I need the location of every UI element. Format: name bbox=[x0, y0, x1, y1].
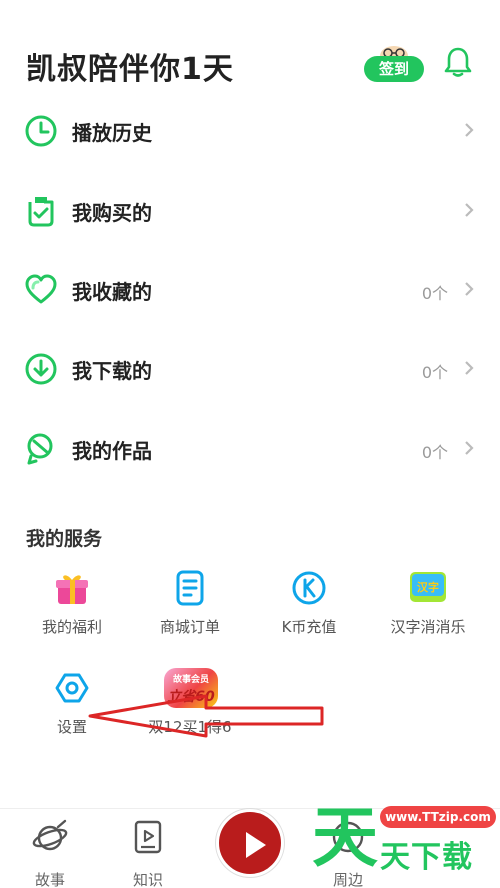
menu-count: 0个 bbox=[421, 363, 448, 382]
chevron-right-icon bbox=[465, 203, 474, 217]
promo-badge[interactable]: 故事会员 立省60 bbox=[164, 668, 218, 708]
tab-knowledge[interactable]: 知识 bbox=[118, 815, 178, 888]
order-doc-icon bbox=[176, 570, 204, 606]
service-label: 我的福利 bbox=[41, 618, 102, 636]
chevron-right-icon bbox=[465, 441, 474, 455]
tab-label: 故事 bbox=[34, 871, 65, 888]
menu-item-works[interactable]: 我的作品 0个 bbox=[0, 418, 500, 478]
service-settings[interactable]: 设置 bbox=[22, 670, 122, 744]
service-label: 双12买1得6 bbox=[148, 718, 232, 736]
services-title: 我的服务 bbox=[26, 528, 103, 550]
page-title: 凯叔陪伴你1天 bbox=[26, 52, 234, 87]
hanzi-game-icon: 汉字 bbox=[410, 572, 446, 602]
download-icon bbox=[25, 353, 57, 385]
chevron-right-icon bbox=[465, 282, 474, 296]
service-orders[interactable]: 商城订单 bbox=[140, 570, 240, 644]
service-kcoin[interactable]: K币充值 bbox=[259, 570, 359, 644]
menu-item-downloads[interactable]: 我下载的 0个 bbox=[0, 338, 500, 398]
chevron-right-icon bbox=[465, 361, 474, 375]
menu-item-purchased[interactable]: 我购买的 bbox=[0, 180, 500, 240]
watermark-big-char: 天 bbox=[312, 799, 378, 876]
watermark-url: www.TTzip.com bbox=[380, 806, 496, 828]
clock-icon bbox=[25, 115, 57, 147]
heart-icon bbox=[25, 274, 57, 304]
play-icon bbox=[246, 832, 266, 858]
k-coin-icon bbox=[292, 571, 326, 605]
promo-badge-line1: 故事会员 bbox=[172, 675, 209, 685]
menu-item-history[interactable]: 播放历史 bbox=[0, 100, 500, 160]
menu-label: 我下载的 bbox=[72, 359, 152, 383]
service-welfare[interactable]: 我的福利 bbox=[22, 570, 122, 644]
service-label: 设置 bbox=[56, 718, 87, 736]
play-center-button[interactable] bbox=[216, 809, 284, 877]
menu-item-favorites[interactable]: 我收藏的 0个 bbox=[0, 259, 500, 319]
gift-icon bbox=[56, 575, 88, 604]
tab-story[interactable]: 故事 bbox=[20, 815, 80, 888]
hanzi-icon-text: 汉字 bbox=[417, 580, 439, 594]
menu-label: 我购买的 bbox=[72, 201, 152, 225]
checkin-label: 签到 bbox=[364, 56, 424, 82]
watermark-text: 天下载 bbox=[380, 840, 473, 875]
site-watermark: 天 www.TTzip.com 天下载 bbox=[308, 798, 500, 888]
header: 凯叔陪伴你1天 签到 bbox=[0, 0, 500, 110]
settings-hexagon-icon bbox=[55, 673, 89, 703]
brush-icon bbox=[27, 433, 53, 465]
menu-label: 我的作品 bbox=[72, 439, 152, 463]
menu-label: 播放历史 bbox=[72, 121, 152, 145]
planet-icon bbox=[32, 819, 68, 851]
service-hanzi-game[interactable]: 汉字 汉字消消乐 bbox=[378, 570, 478, 644]
service-label: K币充值 bbox=[281, 618, 337, 636]
bell-icon[interactable] bbox=[444, 46, 472, 78]
checkin-button[interactable]: 签到 bbox=[364, 44, 424, 82]
menu-count: 0个 bbox=[421, 443, 448, 462]
service-label: 商城订单 bbox=[159, 618, 220, 636]
chevron-right-icon bbox=[465, 123, 474, 137]
promo-badge-line2: 立省60 bbox=[167, 689, 215, 705]
video-book-icon bbox=[134, 820, 162, 854]
purchased-check-icon bbox=[28, 197, 54, 227]
menu-count: 0个 bbox=[421, 284, 448, 303]
service-label: 汉字消消乐 bbox=[390, 618, 466, 636]
menu-label: 我收藏的 bbox=[72, 280, 152, 304]
tab-label: 知识 bbox=[132, 871, 163, 888]
